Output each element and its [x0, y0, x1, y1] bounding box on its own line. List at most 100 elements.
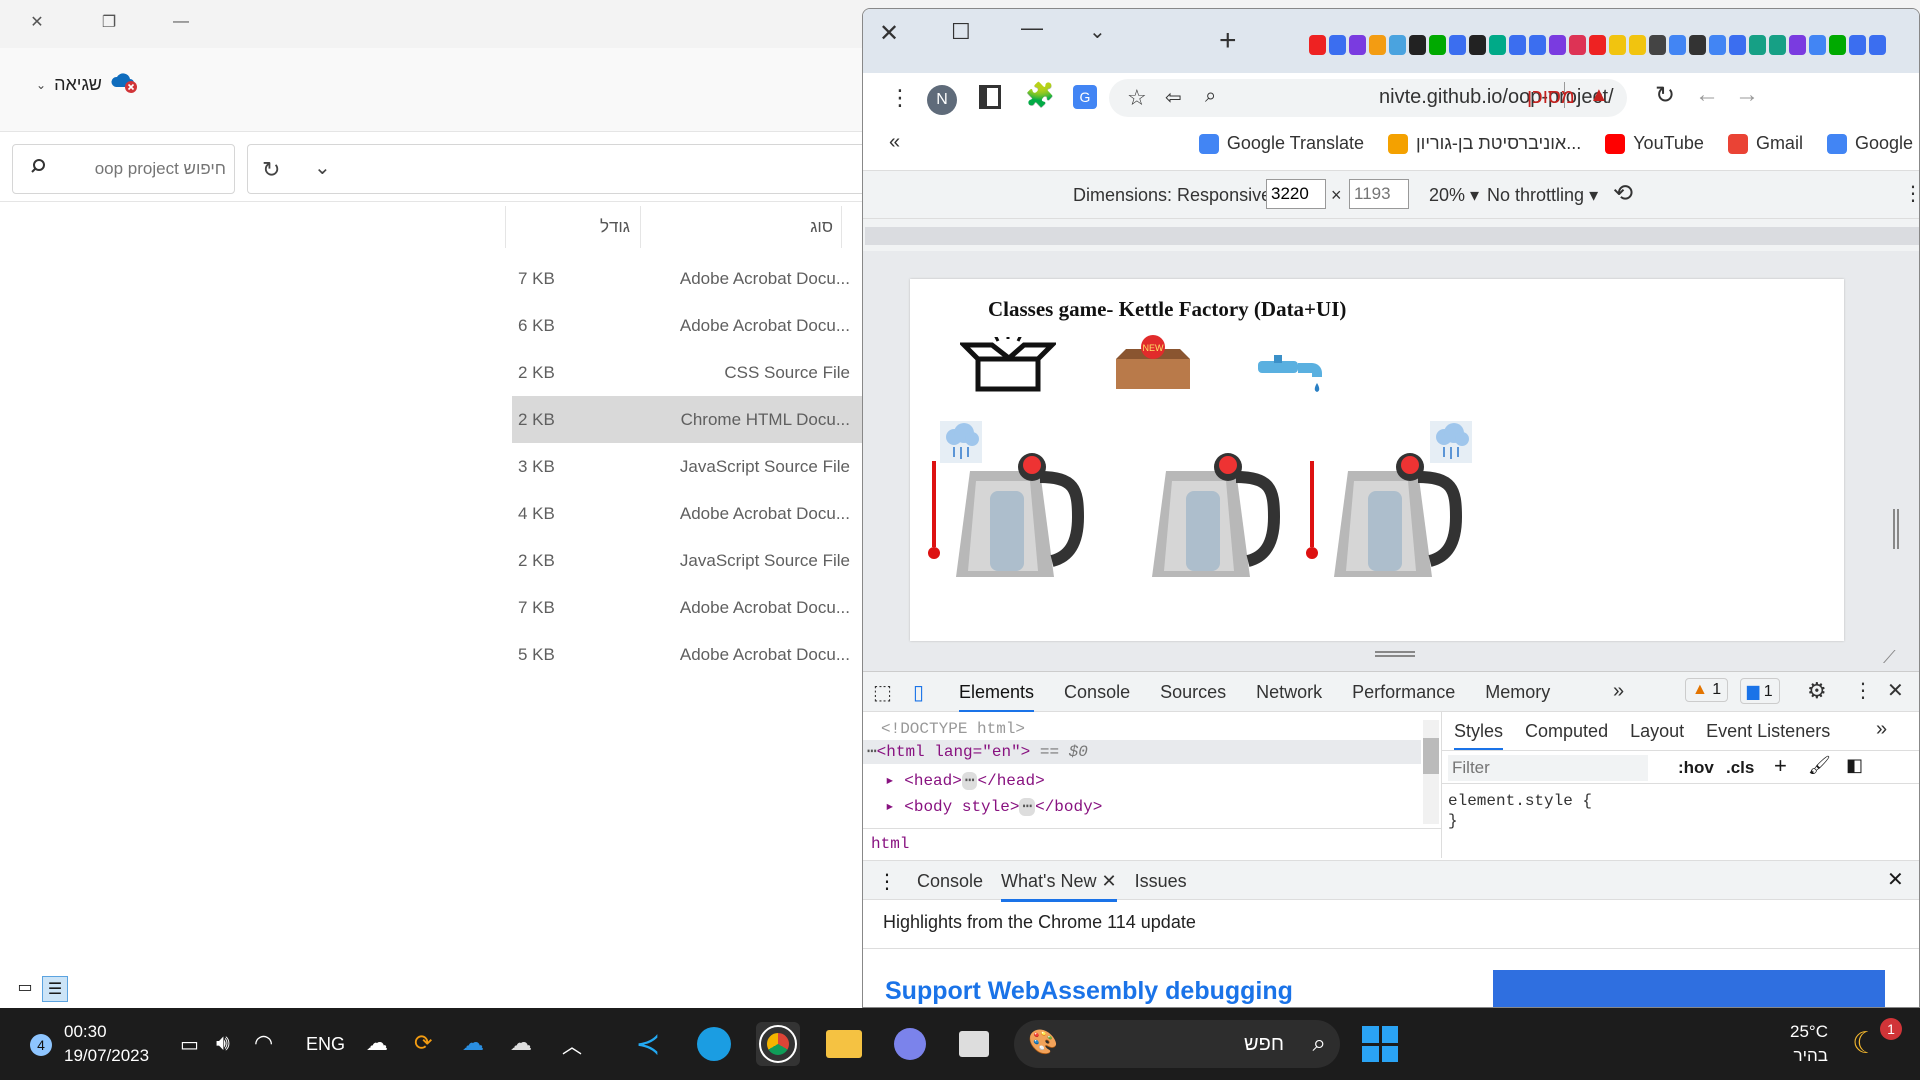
tiles-view-icon[interactable]: ▭	[14, 976, 36, 998]
styles-tab[interactable]: Styles	[1454, 721, 1504, 751]
notification-badge[interactable]: 4	[30, 1034, 52, 1056]
resize-handle-right[interactable]	[1893, 509, 1899, 549]
drawer-menu-icon[interactable]: ⋮	[877, 869, 897, 894]
devtools-tab[interactable]: Network	[1256, 682, 1322, 713]
url-text[interactable]: nivte.github.io/oop-project/	[1379, 86, 1614, 109]
file-row[interactable]: 6 KB Adobe Acrobat Docu...	[512, 302, 862, 349]
drawer-tab[interactable]: What's New ✕	[1001, 871, 1117, 902]
file-row[interactable]: 2 KB CSS Source File	[512, 349, 862, 396]
bookmark-item[interactable]: אוניברסיטת בן-גוריון...	[1388, 133, 1581, 154]
pinned-tab-favicon[interactable]	[1509, 35, 1526, 55]
cls-toggle[interactable]: .cls	[1726, 758, 1754, 778]
pinned-tab-favicon[interactable]	[1529, 35, 1546, 55]
column-header-size[interactable]: גודל	[505, 206, 640, 248]
device-toggle-icon[interactable]: ▯	[913, 680, 924, 705]
side-panel-icon[interactable]	[979, 85, 1001, 109]
styles-tab[interactable]: Layout	[1630, 721, 1684, 751]
onedrive-icon[interactable]: ☁	[462, 1030, 484, 1056]
address-bar[interactable]: ↻ ⌄	[247, 144, 867, 194]
height-input[interactable]	[1349, 179, 1409, 209]
reload-icon[interactable]: ↻	[1655, 81, 1675, 110]
element-style-rule[interactable]: element.style {	[1448, 792, 1592, 810]
pinned-tab-favicon[interactable]	[1749, 35, 1766, 55]
omnibox[interactable]: ☆ ⇦ ⌕ nivte.github.io/oop-project/ מסוכן…	[1109, 79, 1627, 117]
styles-tab[interactable]: Event Listeners	[1706, 721, 1830, 751]
styles-filter-input[interactable]	[1448, 755, 1648, 781]
file-row[interactable]: 7 KB Adobe Acrobat Docu...	[512, 584, 862, 631]
pinned-tab-favicon[interactable]	[1409, 35, 1426, 55]
bookmark-item[interactable]: Google	[1826, 133, 1913, 154]
chevron-up-icon[interactable]: ︿	[562, 1030, 582, 1059]
details-view-icon[interactable]: ☰	[42, 976, 68, 1002]
back-icon[interactable]: ←	[1695, 81, 1719, 109]
hov-toggle[interactable]: :hov	[1678, 758, 1714, 778]
pinned-tab-favicon[interactable]	[1849, 35, 1866, 55]
bookmark-item[interactable]: Google Translate	[1198, 133, 1364, 154]
more-tabs-icon[interactable]: »	[1876, 718, 1887, 741]
onedrive-status-button[interactable]: ⌄ שגיאה	[36, 70, 140, 99]
pinned-tab-favicon[interactable]	[1429, 35, 1446, 55]
pinned-tab-favicon[interactable]	[1869, 35, 1886, 55]
pinned-tab-favicon[interactable]	[1809, 35, 1826, 55]
new-rule-icon[interactable]: +	[1774, 753, 1787, 779]
teams-chat-icon[interactable]	[888, 1022, 932, 1066]
warning-icon[interactable]: ▲	[1589, 84, 1609, 107]
file-row[interactable]: 7 KB Adobe Acrobat Docu...	[512, 255, 862, 302]
minimize-icon[interactable]: —	[1021, 15, 1043, 41]
battery-icon[interactable]: ▭	[180, 1032, 199, 1057]
file-explorer-icon[interactable]	[822, 1022, 866, 1066]
pinned-tab-favicon[interactable]	[1769, 35, 1786, 55]
cloud-upload-icon[interactable]: ☁	[366, 1030, 388, 1056]
pinned-tab-favicon[interactable]	[1549, 35, 1566, 55]
minimize-icon[interactable]: —	[158, 6, 204, 38]
volume-icon[interactable]: 🔊︎	[216, 1030, 230, 1056]
devtools-tab[interactable]: Memory	[1485, 682, 1550, 713]
clock[interactable]: 00:30 19/07/2023	[64, 1022, 149, 1066]
pinned-tab-favicon[interactable]	[1609, 35, 1626, 55]
devtools-tab[interactable]: Performance	[1352, 682, 1455, 713]
refresh-icon[interactable]: ↻	[262, 157, 280, 183]
zoom-select[interactable]: 20% ▾	[1429, 185, 1479, 206]
pinned-tab-favicon[interactable]	[1829, 35, 1846, 55]
throttling-select[interactable]: No throttling ▾	[1487, 185, 1598, 206]
water-tap-icon[interactable]	[1254, 353, 1330, 402]
sync-icon[interactable]: ⟳	[414, 1030, 432, 1056]
star-icon[interactable]: ☆	[1127, 85, 1147, 111]
warnings-badge[interactable]: ▲ 1	[1685, 678, 1729, 702]
pinned-tab-favicon[interactable]	[1709, 35, 1726, 55]
bookmark-item[interactable]: Gmail	[1727, 133, 1803, 154]
rotate-icon[interactable]: ⟲	[1613, 179, 1633, 208]
pinned-tab-favicon[interactable]	[1369, 35, 1386, 55]
drawer-tab[interactable]: Issues	[1135, 871, 1187, 902]
file-row[interactable]: 3 KB JavaScript Source File	[512, 443, 862, 490]
search-box[interactable]	[12, 144, 235, 194]
close-icon[interactable]: ✕	[879, 19, 899, 48]
file-row[interactable]: 2 KB Chrome HTML Docu...	[512, 396, 862, 443]
close-icon[interactable]: ✕	[1887, 867, 1904, 892]
pinned-tab-favicon[interactable]	[1789, 35, 1806, 55]
feature-link[interactable]: Support WebAssembly debugging	[885, 977, 1293, 1006]
inspect-element-icon[interactable]: ⬚	[873, 680, 892, 705]
onedrive-error-icon[interactable]: ☁	[510, 1030, 532, 1056]
pinned-tab-favicon[interactable]	[1729, 35, 1746, 55]
settings-gear-icon[interactable]: ⚙	[1807, 678, 1827, 704]
menu-icon[interactable]: ⋮	[889, 85, 911, 111]
file-row[interactable]: 5 KB Adobe Acrobat Docu...	[512, 631, 862, 678]
pinned-tab-favicon[interactable]	[1669, 35, 1686, 55]
edge-icon[interactable]	[692, 1022, 736, 1066]
file-row[interactable]: 2 KB JavaScript Source File	[512, 537, 862, 584]
taskbar-search[interactable]: ⌕ חפש 🎨	[1014, 1020, 1340, 1068]
more-options-icon[interactable]: ⋮	[1853, 678, 1873, 703]
pinned-tab-favicon[interactable]	[1389, 35, 1406, 55]
pinned-tab-favicon[interactable]	[1329, 35, 1346, 55]
restore-icon[interactable]: ❐	[86, 6, 132, 38]
new-box-icon[interactable]: NEW	[1108, 335, 1198, 396]
pinned-tab-favicon[interactable]	[1489, 35, 1506, 55]
dom-scrollbar[interactable]	[1423, 720, 1439, 824]
pinned-tab-favicon[interactable]	[1349, 35, 1366, 55]
restore-icon[interactable]: ☐	[951, 19, 971, 45]
task-view-icon[interactable]	[952, 1022, 996, 1066]
search-input[interactable]	[66, 159, 226, 179]
pinned-tab-favicon[interactable]	[1649, 35, 1666, 55]
profile-avatar[interactable]: N	[927, 85, 957, 115]
